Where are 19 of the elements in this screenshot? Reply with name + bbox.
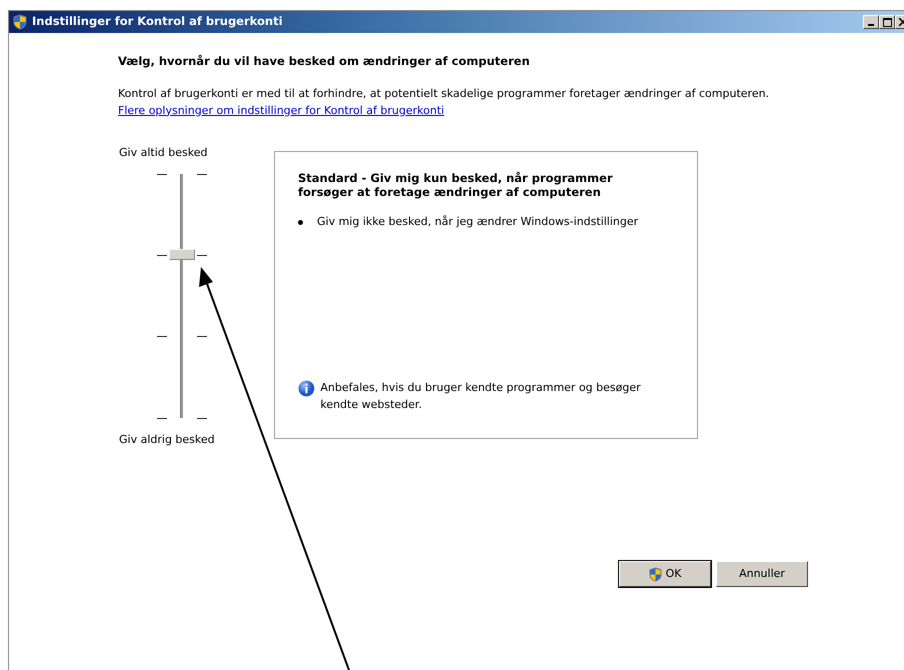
minimize-button[interactable] (863, 15, 879, 29)
info-icon (298, 380, 315, 398)
slider-thumb[interactable] (169, 249, 195, 260)
slider-top-label: Giv altid besked (119, 145, 208, 162)
dialog-button[interactable]: Annuller (716, 561, 808, 588)
shield-icon (648, 566, 663, 582)
maximize-button[interactable] (879, 15, 895, 29)
recommendation-note: Anbefales, hvis du bruger kendte programmer og besøger kendte websteder. (320, 380, 642, 413)
bullet-icon (298, 220, 303, 225)
dialog-button[interactable]: OK (618, 561, 710, 588)
info-link[interactable]: Flere oplysninger om indstillinger for Kontrol af brugerkonti (118, 104, 444, 117)
window-title: Indstillinger for Kontrol af brugerkonti (32, 13, 283, 30)
heading: Vælg, hvornår du vil have besked om ændringer af computeren (118, 53, 531, 70)
description: Kontrol af brugerkonti er med til at forhindre, at potentielt skadelige programmer foretager ændringer af computeren. (118, 86, 770, 102)
slider-bottom-label: Giv aldrig besked (119, 432, 216, 448)
bullet-text: Giv mig ikke besked, når jeg ændrer Windows-indstillinger (317, 214, 638, 230)
setting-title: Standard - Giv mig kun besked, når programmer forsøger at foretage ændringer af computeren (298, 172, 614, 200)
shield-icon (12, 14, 28, 30)
maximize-icon (882, 18, 892, 26)
